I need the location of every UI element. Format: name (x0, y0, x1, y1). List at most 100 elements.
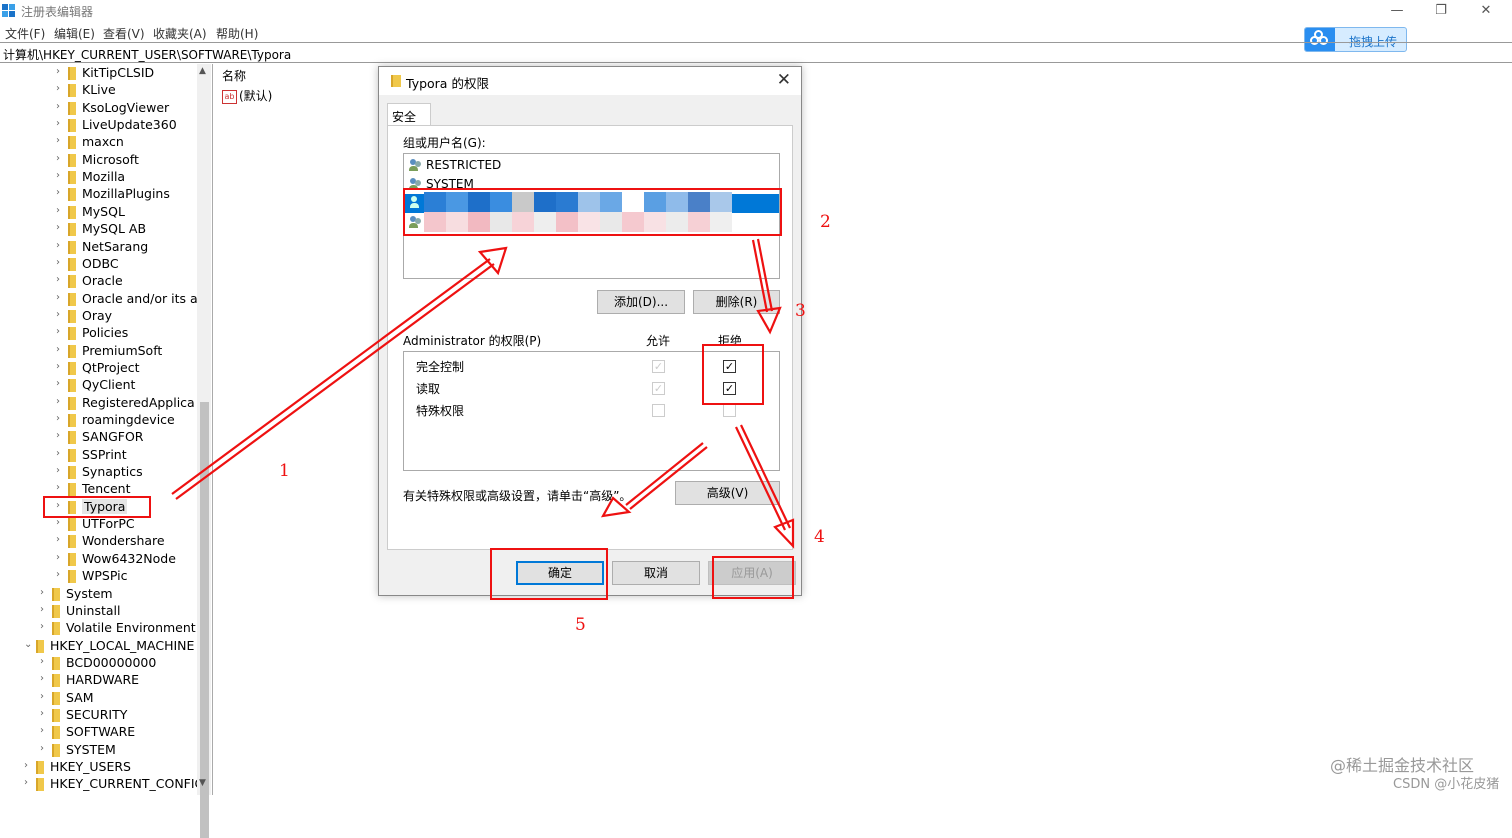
tree-item-label: QyClient (82, 377, 136, 393)
allow-checkbox[interactable] (652, 404, 665, 417)
chevron-right-icon[interactable]: › (40, 656, 50, 667)
chevron-right-icon[interactable]: › (56, 118, 66, 129)
folder-icon (68, 361, 76, 375)
chevron-right-icon[interactable]: › (56, 569, 66, 580)
regedit-app-icon (2, 4, 16, 18)
chevron-right-icon[interactable]: › (56, 274, 66, 285)
tree-item-label: SOFTWARE (66, 724, 136, 740)
tree-item-label: roamingdevice (82, 412, 175, 427)
folder-icon (68, 67, 76, 80)
permissions-label: Administrator 的权限(P) (403, 334, 542, 348)
chevron-right-icon[interactable]: › (56, 153, 66, 164)
column-header-name[interactable]: 名称 (222, 67, 246, 84)
advanced-hint: 有关特殊权限或高级设置，请单击“高级”。 (403, 489, 632, 503)
remove-button[interactable]: 删除(R) (693, 290, 780, 314)
chevron-right-icon[interactable]: › (56, 430, 66, 441)
value-row-default[interactable]: ab (默认) (222, 87, 272, 104)
chevron-right-icon[interactable]: › (40, 743, 50, 754)
add-button[interactable]: 添加(D)... (597, 290, 685, 314)
chevron-right-icon[interactable]: › (56, 101, 66, 112)
chevron-right-icon[interactable]: › (56, 344, 66, 355)
folder-icon (68, 257, 76, 271)
chevron-right-icon[interactable]: › (56, 396, 66, 407)
folder-icon (52, 587, 60, 601)
scroll-down-icon[interactable]: ▼ (199, 778, 206, 788)
chevron-right-icon[interactable]: › (56, 326, 66, 337)
chevron-right-icon[interactable]: › (40, 604, 50, 615)
chevron-right-icon[interactable]: › (56, 83, 66, 94)
menu-help[interactable]: 帮助(H) (216, 25, 258, 42)
tree-item-label: Wondershare (82, 533, 165, 549)
address-bar[interactable]: 计算机\HKEY_CURRENT_USER\SOFTWARE\Typora (0, 42, 1512, 63)
close-window-button[interactable]: ✕ (1463, 0, 1509, 22)
chevron-right-icon[interactable]: › (56, 413, 66, 424)
restore-button[interactable]: ❐ (1418, 0, 1464, 22)
chevron-right-icon[interactable]: › (56, 257, 66, 268)
menu-file[interactable]: 文件(F) (5, 25, 45, 42)
scroll-thumb[interactable] (200, 402, 209, 838)
chevron-right-icon[interactable]: › (40, 673, 50, 684)
chevron-right-icon[interactable]: › (56, 482, 66, 493)
tree-item-label: LiveUpdate360 (82, 117, 177, 133)
chevron-right-icon[interactable]: › (24, 760, 34, 771)
chevron-right-icon[interactable]: › (56, 187, 66, 198)
chevron-right-icon[interactable]: › (56, 534, 66, 545)
folder-icon (68, 240, 76, 254)
permission-row: 读取 (416, 380, 440, 398)
tree-scrollbar[interactable]: ▲ ▼ (197, 64, 211, 838)
advanced-button[interactable]: 高级(V) (675, 481, 780, 505)
chevron-right-icon[interactable]: › (56, 552, 66, 563)
chevron-right-icon[interactable]: › (56, 205, 66, 216)
tree-item-label: SSPrint (82, 446, 127, 462)
minimize-button[interactable]: — (1374, 0, 1420, 22)
chevron-right-icon[interactable]: › (56, 361, 66, 372)
chevron-right-icon[interactable]: › (56, 66, 66, 77)
menu-edit[interactable]: 编辑(E) (54, 25, 95, 42)
menu-favorites[interactable]: 收藏夹(A) (153, 25, 207, 42)
chevron-right-icon[interactable]: › (56, 465, 66, 476)
annotation-box-apply (712, 556, 794, 599)
folder-icon (52, 691, 60, 705)
menu-view[interactable]: 查看(V) (103, 25, 145, 42)
chevron-right-icon[interactable]: › (56, 309, 66, 320)
chevron-down-icon[interactable]: ⌄ (24, 639, 34, 650)
chevron-right-icon[interactable]: › (56, 240, 66, 251)
list-item[interactable]: RESTRICTED (409, 157, 769, 175)
chevron-right-icon[interactable]: › (56, 292, 66, 303)
allow-header: 允许 (646, 334, 671, 348)
folder-icon (68, 344, 76, 358)
annotation-box-user (403, 188, 782, 236)
chevron-right-icon[interactable]: › (56, 222, 66, 233)
chevron-right-icon[interactable]: › (40, 708, 50, 719)
folder-icon (68, 552, 76, 566)
chevron-right-icon[interactable]: › (40, 691, 50, 702)
chevron-right-icon[interactable]: › (56, 135, 66, 146)
tree-item-label: BCD00000000 (66, 654, 157, 670)
chevron-right-icon[interactable]: › (56, 517, 66, 528)
scroll-up-icon[interactable]: ▲ (199, 66, 206, 76)
title-bar: 注册表编辑器 — ❐ ✕ (0, 0, 1512, 22)
tab-security[interactable]: 安全 (387, 103, 431, 126)
allow-checkbox[interactable]: ✓ (652, 360, 665, 373)
folder-icon (52, 726, 60, 740)
chevron-right-icon[interactable]: › (56, 170, 66, 181)
folder-icon (391, 75, 401, 87)
deny-checkbox[interactable] (723, 404, 736, 417)
allow-checkbox[interactable]: ✓ (652, 382, 665, 395)
chevron-right-icon[interactable]: › (56, 378, 66, 389)
permission-row: 完全控制 (416, 358, 464, 376)
folder-icon (68, 379, 76, 393)
folder-icon (36, 639, 44, 653)
chevron-right-icon[interactable]: › (56, 448, 66, 459)
annotation-box-ok (490, 548, 608, 600)
chevron-right-icon[interactable]: › (40, 621, 50, 632)
chevron-right-icon[interactable]: › (40, 587, 50, 598)
registry-tree[interactable]: › KitTipCLSID › KLive › KsoLogViewer › LiveUpda… (0, 64, 213, 795)
cancel-button[interactable]: 取消 (612, 561, 700, 585)
folder-icon (68, 327, 76, 341)
folder-icon (52, 743, 60, 757)
chevron-right-icon[interactable]: › (40, 725, 50, 736)
chevron-right-icon[interactable]: › (24, 777, 34, 788)
dialog-close-button[interactable]: ✕ (777, 70, 791, 90)
tree-item-label: Mozilla (82, 169, 126, 185)
